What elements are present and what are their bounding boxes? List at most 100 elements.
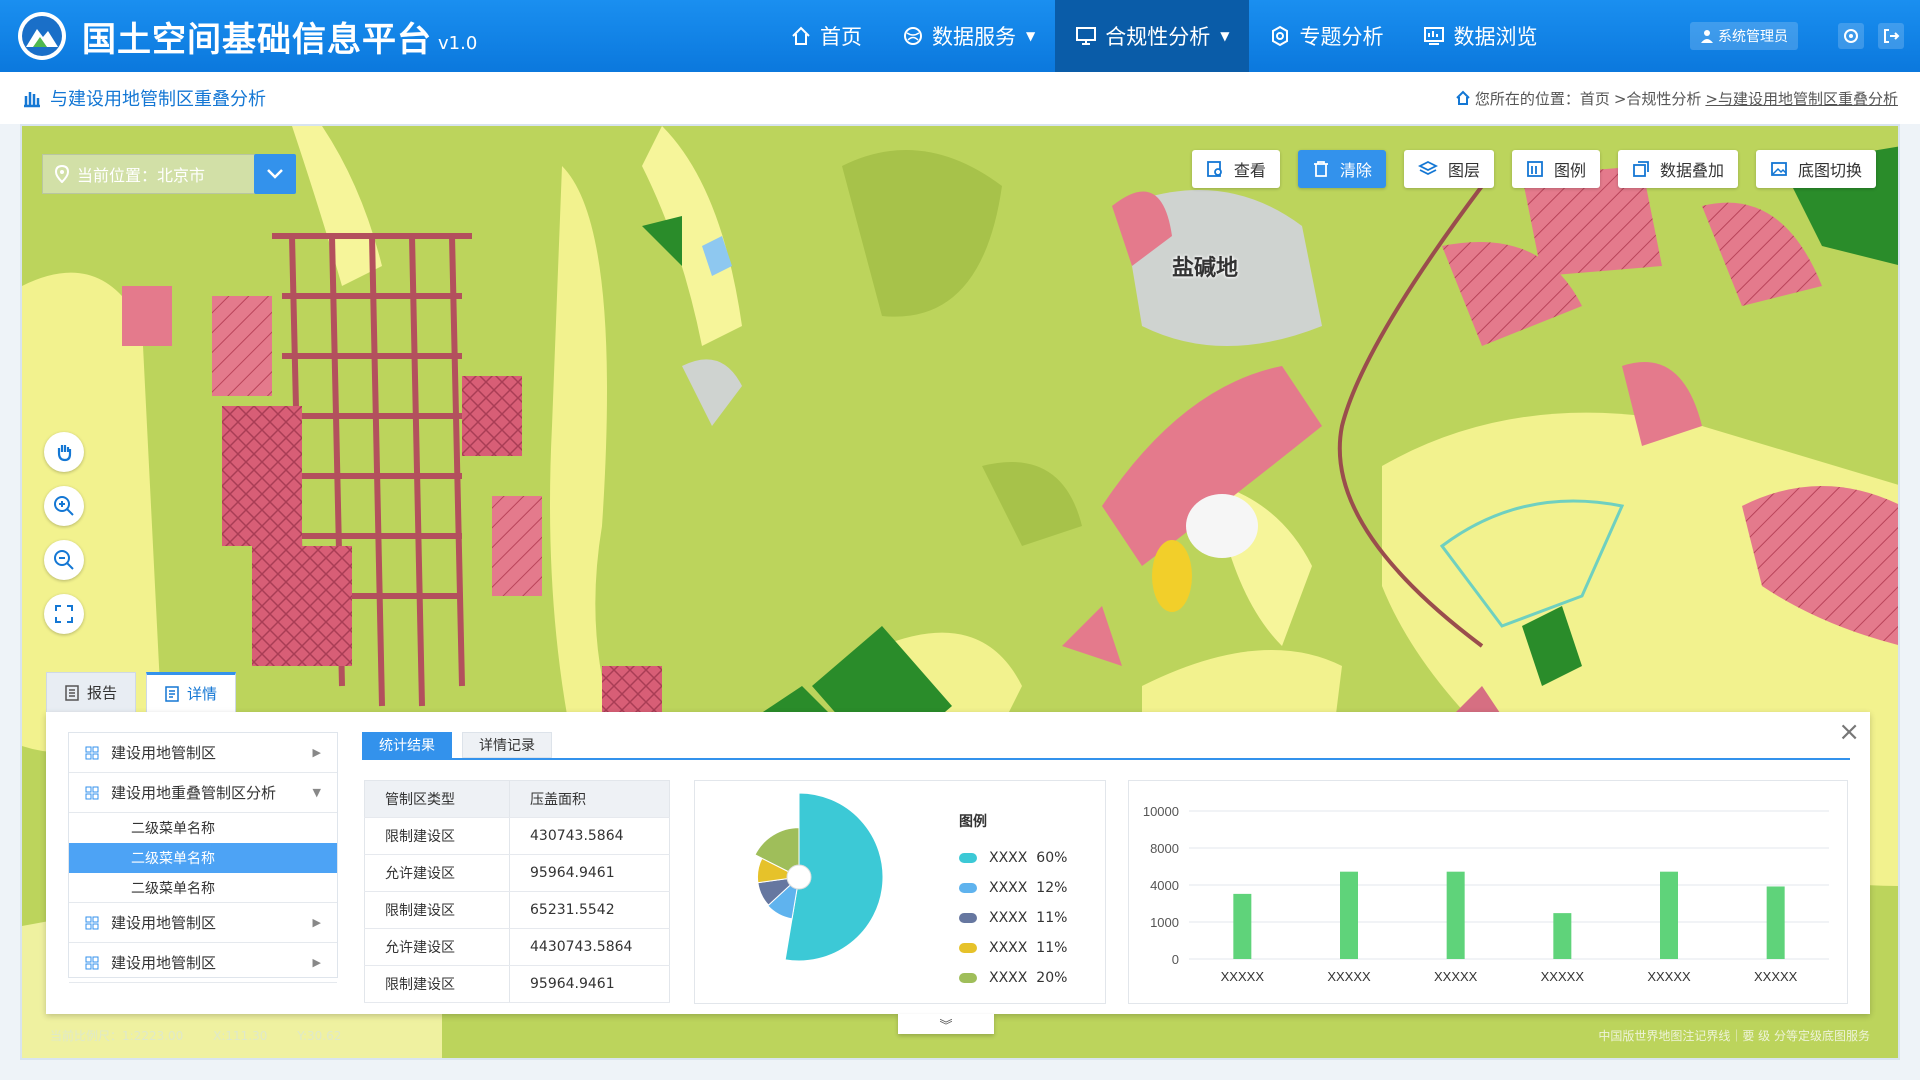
zoom-in-button[interactable] — [44, 486, 84, 526]
legend-title: 图例 — [959, 814, 987, 830]
panel-tabs: 报告 详情 — [46, 672, 246, 712]
legend-label: XXXX — [989, 970, 1028, 986]
legend-item: XXXX 12% — [959, 873, 1067, 903]
menu-item-construction-zone-2[interactable]: 建设用地管制区 ▶ — [69, 903, 337, 943]
logout-button[interactable] — [1878, 23, 1904, 49]
x-tick-label: XXXXX — [1327, 969, 1371, 984]
hand-icon — [57, 445, 72, 462]
location-dropdown-button[interactable] — [254, 154, 296, 194]
settings-icon — [1844, 29, 1858, 43]
tab-details[interactable]: 详情 — [146, 672, 237, 712]
platform-title: 国土空间基础信息平台 — [82, 19, 432, 60]
table-cell: 65231.5542 — [509, 891, 670, 929]
submenu-item[interactable]: 二级菜单名称 — [69, 813, 337, 843]
x-tick-label: XXXXX — [1221, 969, 1265, 984]
tab-details-label: 详情 — [187, 685, 218, 703]
nav-home[interactable]: 首页 — [770, 0, 882, 72]
menu-item-construction-zone[interactable]: 建设用地管制区 ▶ — [69, 733, 337, 773]
submenu-item[interactable]: 二级菜单名称 — [69, 873, 337, 903]
menu-item-overlap-analysis[interactable]: 建设用地重叠管制区分析 ▼ — [69, 773, 337, 813]
table-row: 限制建设区 95964.9461 — [364, 965, 670, 1003]
x-tick-label: XXXXX — [1541, 969, 1585, 984]
bar — [1766, 886, 1785, 959]
menu-item-label: 建设用地管制区 — [111, 914, 217, 932]
header-right: 系统管理员 — [1690, 0, 1904, 72]
legend-icon — [1527, 161, 1543, 177]
legend-swatch — [959, 913, 977, 923]
table-cell: 430743.5864 — [509, 817, 670, 855]
trash-icon — [1313, 161, 1328, 177]
analysis-menu: 建设用地管制区 ▶ 建设用地重叠管制区分析 ▼ 二级菜单名称 二级菜单名称 二级… — [68, 732, 338, 983]
building-icon — [24, 92, 40, 108]
bar — [1660, 871, 1678, 959]
tab-detail-records[interactable]: 详情记录 — [462, 732, 552, 758]
nav-thematic[interactable]: 专题分析 — [1249, 0, 1403, 72]
details-panel: × 建设用地管制区 ▶ 建设用地重叠管制区分析 ▼ 二级菜单名称 二级菜单名称 … — [46, 712, 1870, 1014]
basemap-switch-label: 底图切换 — [1797, 161, 1862, 180]
view-button[interactable]: 查看 — [1191, 150, 1280, 188]
map-zoom-tools — [44, 432, 84, 648]
overlay-icon — [1633, 161, 1649, 177]
browse-icon — [1424, 27, 1445, 45]
table-cell: 95964.9461 — [509, 854, 670, 892]
menu-item-construction-zone-3[interactable]: 建设用地管制区 ▶ — [69, 943, 337, 983]
clear-label: 清除 — [1339, 161, 1372, 180]
breadcrumb-prefix: 您所在的位置： — [1474, 89, 1580, 108]
mountain-logo-icon — [18, 12, 66, 60]
bar-chart: 0 1000 4000 8000 10000 XXXXX XXXXX XXXXX XXXXX XX… — [1143, 804, 1829, 984]
zoom-out-icon — [54, 550, 74, 570]
bar — [1233, 893, 1252, 959]
chevron-down-icon: ▼ — [1220, 29, 1230, 43]
y-tick-label: 1000 — [1150, 915, 1179, 930]
home-icon — [1456, 90, 1470, 105]
map-attribution: 中国版世界地图注记界线｜要 级 分等定级底图服务 — [1598, 1029, 1870, 1043]
data-overlay-button[interactable]: 数据叠加 — [1617, 150, 1738, 188]
grid-icon — [85, 746, 99, 759]
chevron-down-icon — [267, 169, 283, 179]
panel-collapse-toggle[interactable]: ︾ — [898, 1014, 994, 1034]
y-tick-label: 10000 — [1143, 804, 1179, 819]
nav-browse[interactable]: 数据浏览 — [1403, 0, 1557, 72]
pie-chart — [754, 792, 884, 962]
y-tick-label: 0 — [1172, 952, 1179, 967]
legend-item: XXXX 11% — [959, 903, 1067, 933]
breadcrumb-home[interactable]: 首页 — [1580, 88, 1610, 109]
user-name: 系统管理员 — [1718, 29, 1788, 45]
sub-header: 与建设用地管制区重叠分析 您所在的位置： 首页 >合规性分析 >与建设用地管制区… — [0, 72, 1920, 124]
legend-label: XXXX — [989, 850, 1028, 866]
location-pin-icon — [55, 165, 69, 183]
legend-swatch — [959, 943, 977, 953]
nav-data-service[interactable]: 数据服务 ▼ — [882, 0, 1055, 72]
table-row: 限制建设区 65231.5542 — [364, 891, 670, 929]
table-cell: 允许建设区 — [364, 928, 510, 966]
bar-chart-box: 0 1000 4000 8000 10000 XXXXX XXXXX XXXXX XXXXX XX… — [1128, 780, 1848, 1004]
pan-button[interactable] — [44, 432, 84, 472]
legend-button[interactable]: 图例 — [1511, 150, 1600, 188]
layers-button[interactable]: 图层 — [1403, 150, 1494, 188]
table-header-row: 管制区类型 压盖面积 — [364, 780, 670, 818]
nav-data-service-label: 数据服务 — [932, 25, 1016, 49]
clear-button[interactable]: 清除 — [1297, 150, 1386, 188]
table-row: 允许建设区 95964.9461 — [364, 854, 670, 892]
zoom-out-button[interactable] — [44, 540, 84, 580]
settings-button[interactable] — [1838, 23, 1864, 49]
logo[interactable]: 国土空间基础信息平台 v1.0 — [18, 0, 477, 72]
tab-report[interactable]: 报告 — [46, 672, 137, 712]
breadcrumb-compliance[interactable]: >合规性分析 — [1614, 88, 1702, 109]
x-tick-label: XXXXX — [1754, 969, 1798, 984]
scale-readout: 当前比例尺：1:2223.00 — [50, 1029, 184, 1043]
basemap-icon — [1771, 162, 1787, 176]
user-button[interactable]: 系统管理员 — [1690, 22, 1798, 50]
bar — [1340, 871, 1358, 959]
basemap-switch-button[interactable]: 底图切换 — [1755, 150, 1876, 188]
pie-legend: XXXX 60% XXXX 12% XXXX 11% XXXX 11% XXXX… — [959, 843, 1067, 993]
tab-statistics[interactable]: 统计结果 — [362, 732, 452, 758]
layers-icon — [1417, 160, 1438, 176]
table-cell: 95964.9461 — [509, 965, 670, 1003]
full-extent-button[interactable] — [44, 594, 84, 634]
nav-compliance[interactable]: 合规性分析 ▼ — [1055, 0, 1250, 72]
pie-center — [786, 864, 812, 890]
submenu-item-active[interactable]: 二级菜单名称 — [69, 843, 337, 873]
table-cell: 允许建设区 — [364, 854, 510, 892]
legend-pct: 12% — [1036, 880, 1068, 896]
